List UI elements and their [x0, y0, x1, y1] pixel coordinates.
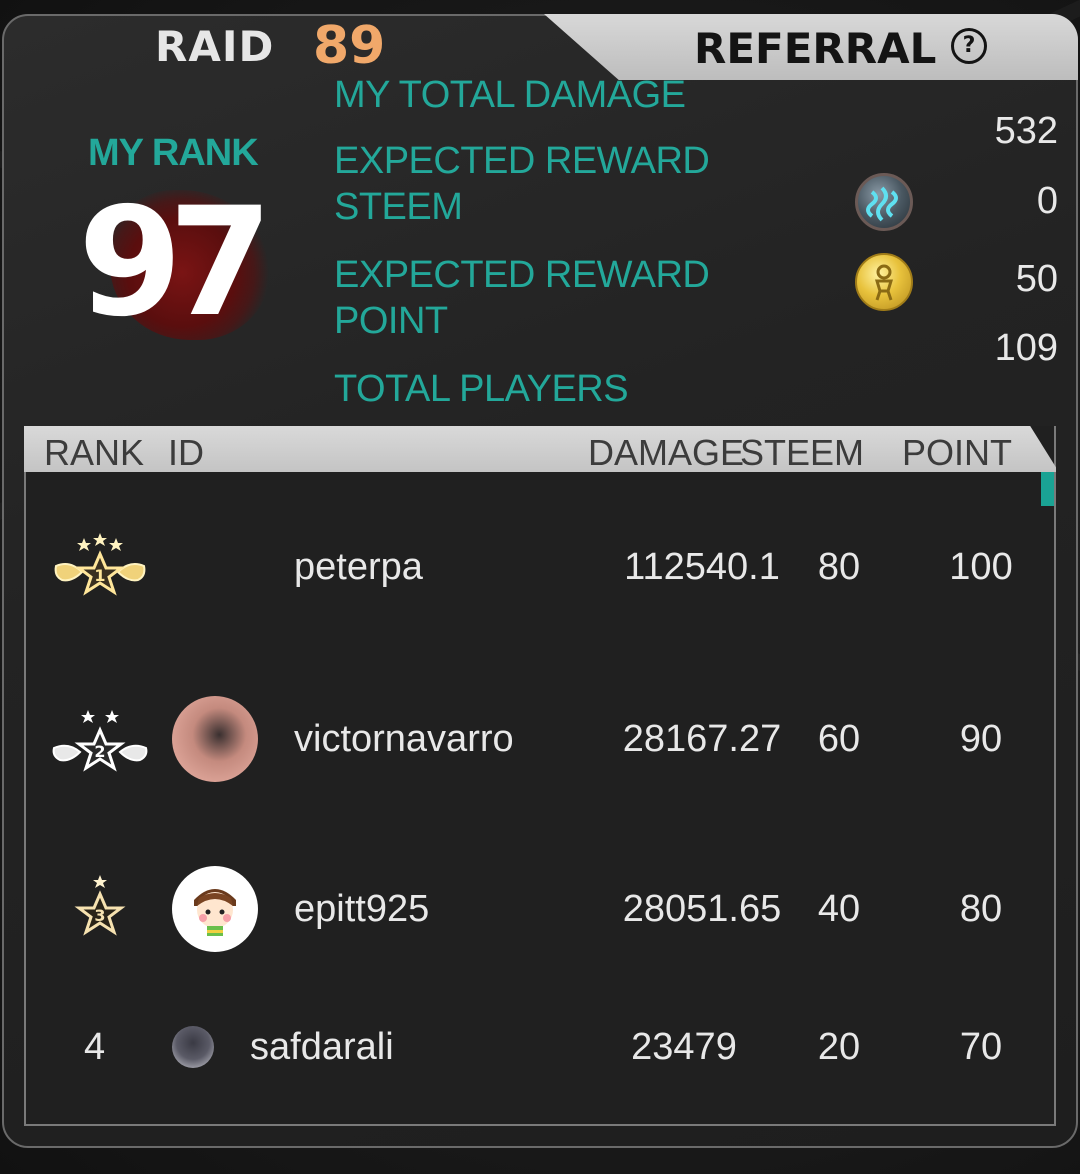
avatar[interactable]: [172, 696, 258, 782]
table-row[interactable]: 1 peterpa 112540.1 80 100: [26, 530, 1054, 610]
player-name[interactable]: peterpa: [294, 546, 423, 589]
header-point: POINT: [902, 432, 1013, 473]
player-name[interactable]: epitt925: [294, 888, 429, 931]
table-row[interactable]: 4 safdarali 23479 20 70: [26, 1024, 1054, 1074]
player-damage: 112540.1: [624, 546, 780, 588]
rank-number: 1: [94, 566, 106, 585]
coin-figure-glyph: [874, 264, 894, 301]
expected-point-label: EXPECTED REWARD POINT: [334, 252, 710, 344]
steem-logo-glyph: [866, 186, 898, 222]
avatar[interactable]: [172, 866, 258, 952]
header-id: ID: [168, 432, 204, 473]
my-rank-label: MY RANK: [88, 132, 259, 174]
player-point: 70: [959, 1026, 1003, 1068]
total-players-value: 109: [994, 327, 1058, 369]
player-name[interactable]: safdarali: [250, 1026, 394, 1069]
rank-number: 2: [94, 742, 106, 761]
referral-label[interactable]: REFERRAL: [694, 24, 936, 73]
player-point: 90: [959, 718, 1003, 760]
expected-steem-value: 0: [1036, 180, 1058, 222]
raid-label: RAID: [155, 22, 275, 71]
my-rank-value: 97: [78, 176, 273, 350]
rank-number: 4: [84, 1026, 106, 1068]
rank-number: 3: [94, 906, 106, 925]
player-damage: 23479: [631, 1026, 737, 1068]
player-point: 100: [949, 546, 1013, 588]
total-damage-label: MY TOTAL DAMAGE: [334, 74, 686, 116]
steem-logo-icon: [855, 173, 913, 231]
expected-point-label-line1: EXPECTED REWARD: [334, 254, 710, 296]
player-steem: 60: [817, 718, 861, 760]
avatar[interactable]: [172, 1026, 214, 1068]
player-name[interactable]: victornavarro: [294, 718, 514, 761]
total-damage-value: 532: [994, 110, 1058, 152]
cartoon-avatar-icon: [194, 889, 236, 936]
expected-point-value: 50: [1015, 258, 1058, 300]
expected-steem-label-line1: EXPECTED REWARD: [334, 140, 710, 182]
help-icon[interactable]: ?: [951, 28, 987, 64]
player-steem: 80: [817, 546, 861, 588]
expected-steem-label: EXPECTED REWARD STEEM: [334, 138, 710, 230]
scrollbar-thumb[interactable]: [1041, 472, 1054, 506]
raid-number: 89: [313, 16, 386, 76]
player-steem: 40: [817, 888, 861, 930]
expected-steem-label-line2: STEEM: [334, 186, 463, 228]
player-steem: 20: [817, 1026, 861, 1068]
header-rank: RANK: [44, 432, 145, 473]
player-point: 80: [959, 888, 1003, 930]
header-steem: STEEM: [740, 432, 865, 473]
table-row[interactable]: 3 epitt925 28051.65 40 80: [26, 866, 1054, 956]
expected-point-label-line2: POINT: [334, 300, 448, 342]
gold-coin-icon: [855, 253, 913, 311]
player-damage: 28051.65: [622, 888, 782, 930]
total-players-label: TOTAL PLAYERS: [334, 368, 629, 410]
player-damage: 28167.27: [622, 718, 782, 760]
header-damage: DAMAGE: [588, 432, 745, 473]
table-row[interactable]: 2 victornavarro 28167.27 60 90: [26, 696, 1054, 786]
